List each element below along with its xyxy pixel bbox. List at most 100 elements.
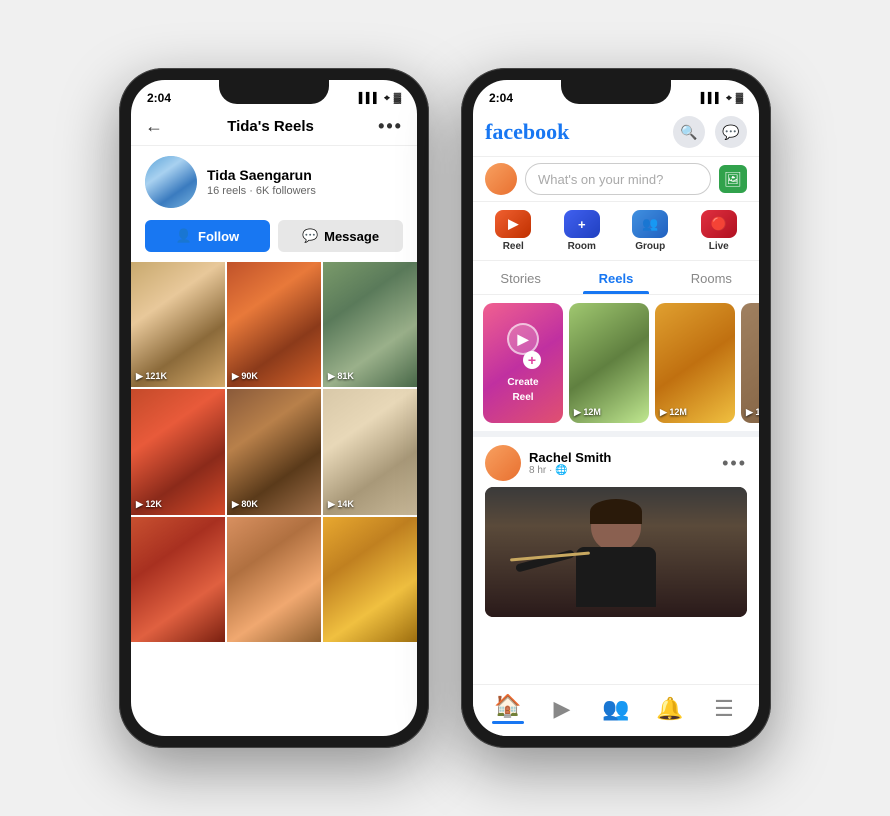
notch-right: [561, 80, 671, 104]
post-placeholder: What's on your mind?: [538, 172, 663, 187]
signal-icon-r: ▌▌▌: [701, 93, 722, 104]
left-screen: 2:04 ▌▌▌ ⌖ ▓ ← Tida's Reels ••• Tida Sae…: [131, 80, 417, 736]
avatar-image: [145, 156, 197, 208]
profile-info: Tida Saengarun 16 reels · 6K followers: [207, 167, 403, 197]
create-reel-card[interactable]: ▶ + Create Reel: [483, 303, 563, 423]
profile-actions: 👤 Follow 💬 Message: [131, 216, 417, 262]
room-icon: +: [564, 210, 600, 238]
reels-row: ▶ + Create Reel ▶ 12M ▶ 12M: [473, 295, 759, 431]
reel-item-6[interactable]: [131, 517, 225, 642]
live-label: Live: [709, 241, 729, 252]
reel-bg-3: ▶ 12M: [741, 303, 759, 423]
nav-video[interactable]: ▶: [535, 696, 589, 722]
people-icon: 👥: [602, 696, 629, 722]
follow-icon: 👤: [176, 228, 192, 244]
reel-item-2[interactable]: ▶ 81K: [323, 262, 417, 387]
post-more-button[interactable]: •••: [722, 453, 747, 474]
reel-bg-1: ▶ 12M: [569, 303, 649, 423]
signal-icons-right: ▌▌▌ ⌖ ▓: [701, 93, 743, 104]
nav-home[interactable]: 🏠: [481, 693, 535, 724]
nav-people[interactable]: 👥: [589, 696, 643, 722]
right-screen: 2:04 ▌▌▌ ⌖ ▓ facebook 🔍 💬 What's on your…: [473, 80, 759, 736]
post-section: Rachel Smith 8 hr · 🌐 •••: [473, 431, 759, 621]
nav-menu[interactable]: ☰: [697, 696, 751, 722]
post-author-name: Rachel Smith: [529, 450, 611, 465]
right-phone: 2:04 ▌▌▌ ⌖ ▓ facebook 🔍 💬 What's on your…: [461, 68, 771, 748]
post-author-row: Rachel Smith 8 hr · 🌐 •••: [485, 445, 747, 481]
create-reel-label2: Reel: [512, 392, 533, 403]
fb-reel-1[interactable]: ▶ 12M: [569, 303, 649, 423]
action-reel[interactable]: ▶ Reel: [495, 210, 531, 252]
chef-image: [485, 487, 747, 617]
tab-stories[interactable]: Stories: [473, 261, 568, 294]
tab-rooms[interactable]: Rooms: [664, 261, 759, 294]
signal-icon: ▌▌▌: [359, 93, 380, 104]
notch-left: [219, 80, 329, 104]
avatar: [145, 156, 197, 208]
back-button[interactable]: ←: [145, 116, 163, 137]
reel-label: Reel: [503, 241, 524, 252]
left-phone: 2:04 ▌▌▌ ⌖ ▓ ← Tida's Reels ••• Tida Sae…: [119, 68, 429, 748]
reel-item-3[interactable]: ▶ 12K: [131, 389, 225, 514]
post-input[interactable]: What's on your mind?: [525, 163, 711, 195]
nav-notifications[interactable]: 🔔: [643, 696, 697, 722]
group-label: Group: [635, 241, 665, 252]
message-button[interactable]: 💬 Message: [278, 220, 403, 252]
tab-reels[interactable]: Reels: [568, 261, 663, 294]
post-author-avatar: [485, 445, 521, 481]
battery-icon: ▓: [394, 93, 401, 104]
live-icon: 🔴: [701, 210, 737, 238]
reel-fb-count-3: ▶ 12M: [746, 407, 759, 418]
bell-icon: 🔔: [656, 696, 683, 722]
action-bar: ▶ Reel + Room 👥 Group 🔴 Live: [473, 202, 759, 261]
signal-icons-left: ▌▌▌ ⌖ ▓: [359, 93, 401, 104]
action-room[interactable]: + Room: [564, 210, 600, 252]
photo-icon[interactable]: 🖼: [719, 165, 747, 193]
reel-bg-2: ▶ 12M: [655, 303, 735, 423]
menu-icon: ☰: [714, 696, 734, 722]
fb-reel-3[interactable]: ▶ 12M: [741, 303, 759, 423]
facebook-header: facebook 🔍 💬: [473, 110, 759, 156]
reels-navbar: ← Tida's Reels •••: [131, 110, 417, 146]
facebook-logo: facebook: [485, 119, 569, 145]
follow-label: Follow: [198, 229, 239, 244]
reel-item-5[interactable]: ▶ 14K: [323, 389, 417, 514]
action-live[interactable]: 🔴 Live: [701, 210, 737, 252]
time-left: 2:04: [147, 91, 171, 105]
content-tabs: Stories Reels Rooms: [473, 261, 759, 295]
reel-item-7[interactable]: [227, 517, 321, 642]
reel-camera-icon: ▶: [507, 323, 539, 355]
post-author-info: Rachel Smith 8 hr · 🌐: [529, 450, 611, 476]
profile-meta: 16 reels · 6K followers: [207, 185, 403, 197]
page-title-reels: Tida's Reels: [227, 118, 314, 135]
video-icon: ▶: [554, 696, 571, 722]
more-button-left[interactable]: •••: [378, 116, 403, 137]
create-plus-icon: +: [523, 351, 541, 369]
post-bar: What's on your mind? 🖼: [473, 156, 759, 202]
user-avatar: [485, 163, 517, 195]
reel-count-1: ▶ 90K: [232, 371, 258, 382]
reel-count-4: ▶ 80K: [232, 499, 258, 510]
profile-name: Tida Saengarun: [207, 167, 403, 183]
bottom-nav: 🏠 ▶ 👥 🔔 ☰: [473, 684, 759, 736]
reel-icon: ▶: [495, 210, 531, 238]
wifi-icon-r: ⌖: [726, 93, 732, 104]
reel-item-8[interactable]: [323, 517, 417, 642]
reel-item-1[interactable]: ▶ 90K: [227, 262, 321, 387]
post-image: [485, 487, 747, 617]
create-reel-inner: ▶ + Create Reel: [483, 303, 563, 423]
search-button[interactable]: 🔍: [673, 116, 705, 148]
reel-item-4[interactable]: ▶ 80K: [227, 389, 321, 514]
home-icon: 🏠: [494, 693, 521, 719]
messenger-button[interactable]: 💬: [715, 116, 747, 148]
post-meta: 8 hr · 🌐: [529, 465, 611, 476]
fb-reel-2[interactable]: ▶ 12M: [655, 303, 735, 423]
profile-section: Tida Saengarun 16 reels · 6K followers: [131, 146, 417, 216]
follow-button[interactable]: 👤 Follow: [145, 220, 270, 252]
action-group[interactable]: 👥 Group: [632, 210, 668, 252]
reel-count-3: ▶ 12K: [136, 499, 162, 510]
reel-item-0[interactable]: ▶ 121K: [131, 262, 225, 387]
header-icons: 🔍 💬: [673, 116, 747, 148]
reel-count-0: ▶ 121K: [136, 371, 167, 382]
reels-grid: ▶ 121K ▶ 90K ▶ 81K ▶ 12K ▶ 80K ▶ 14K: [131, 262, 417, 642]
